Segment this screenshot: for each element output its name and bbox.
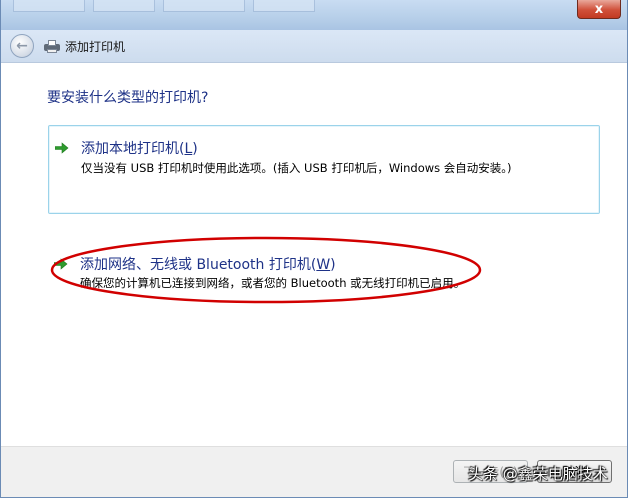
wizard-title: 添加打印机 bbox=[65, 39, 126, 54]
taskbar-ghost bbox=[253, 0, 315, 12]
back-button[interactable]: ← bbox=[10, 34, 34, 58]
printer-icon bbox=[44, 39, 60, 53]
close-button[interactable]: x bbox=[577, 0, 621, 19]
watermark: 头条 @鑫荣电脑技术 bbox=[468, 465, 608, 483]
taskbar-ghost bbox=[13, 0, 85, 12]
option-title: 添加网络、无线或 Bluetooth 打印机(W) bbox=[80, 257, 336, 273]
option-description: 确保您的计算机已连接到网络，或者您的 Bluetooth 或无线打印机已启用。 bbox=[80, 276, 466, 290]
taskbar-ghost bbox=[93, 0, 155, 12]
add-local-printer-option[interactable]: 添加本地打印机(L) 仅当没有 USB 打印机时使用此选项。(插入 USB 打印… bbox=[48, 125, 600, 214]
green-arrow-icon bbox=[55, 142, 69, 154]
wizard-navigation-bar: ← 添加打印机 bbox=[1, 30, 627, 63]
add-printer-window: x ← 添加打印机 要安装什么类型的打印机? 添加本地打印机(L) 仅当没有 U… bbox=[0, 0, 628, 498]
title-bar[interactable]: x bbox=[1, 0, 627, 30]
option-description: 仅当没有 USB 打印机时使用此选项。(插入 USB 打印机后，Windows … bbox=[81, 161, 512, 175]
back-arrow-icon: ← bbox=[16, 38, 28, 54]
option-title: 添加本地打印机(L) bbox=[81, 141, 198, 157]
green-arrow-icon bbox=[54, 258, 68, 270]
wizard-content: 要安装什么类型的打印机? 添加本地打印机(L) 仅当没有 USB 打印机时使用此… bbox=[1, 63, 627, 446]
add-network-printer-option[interactable]: 添加网络、无线或 Bluetooth 打印机(W) 确保您的计算机已连接到网络，… bbox=[48, 249, 600, 299]
close-icon: x bbox=[594, 1, 604, 17]
page-heading: 要安装什么类型的打印机? bbox=[47, 90, 209, 106]
taskbar-ghost bbox=[163, 0, 245, 12]
